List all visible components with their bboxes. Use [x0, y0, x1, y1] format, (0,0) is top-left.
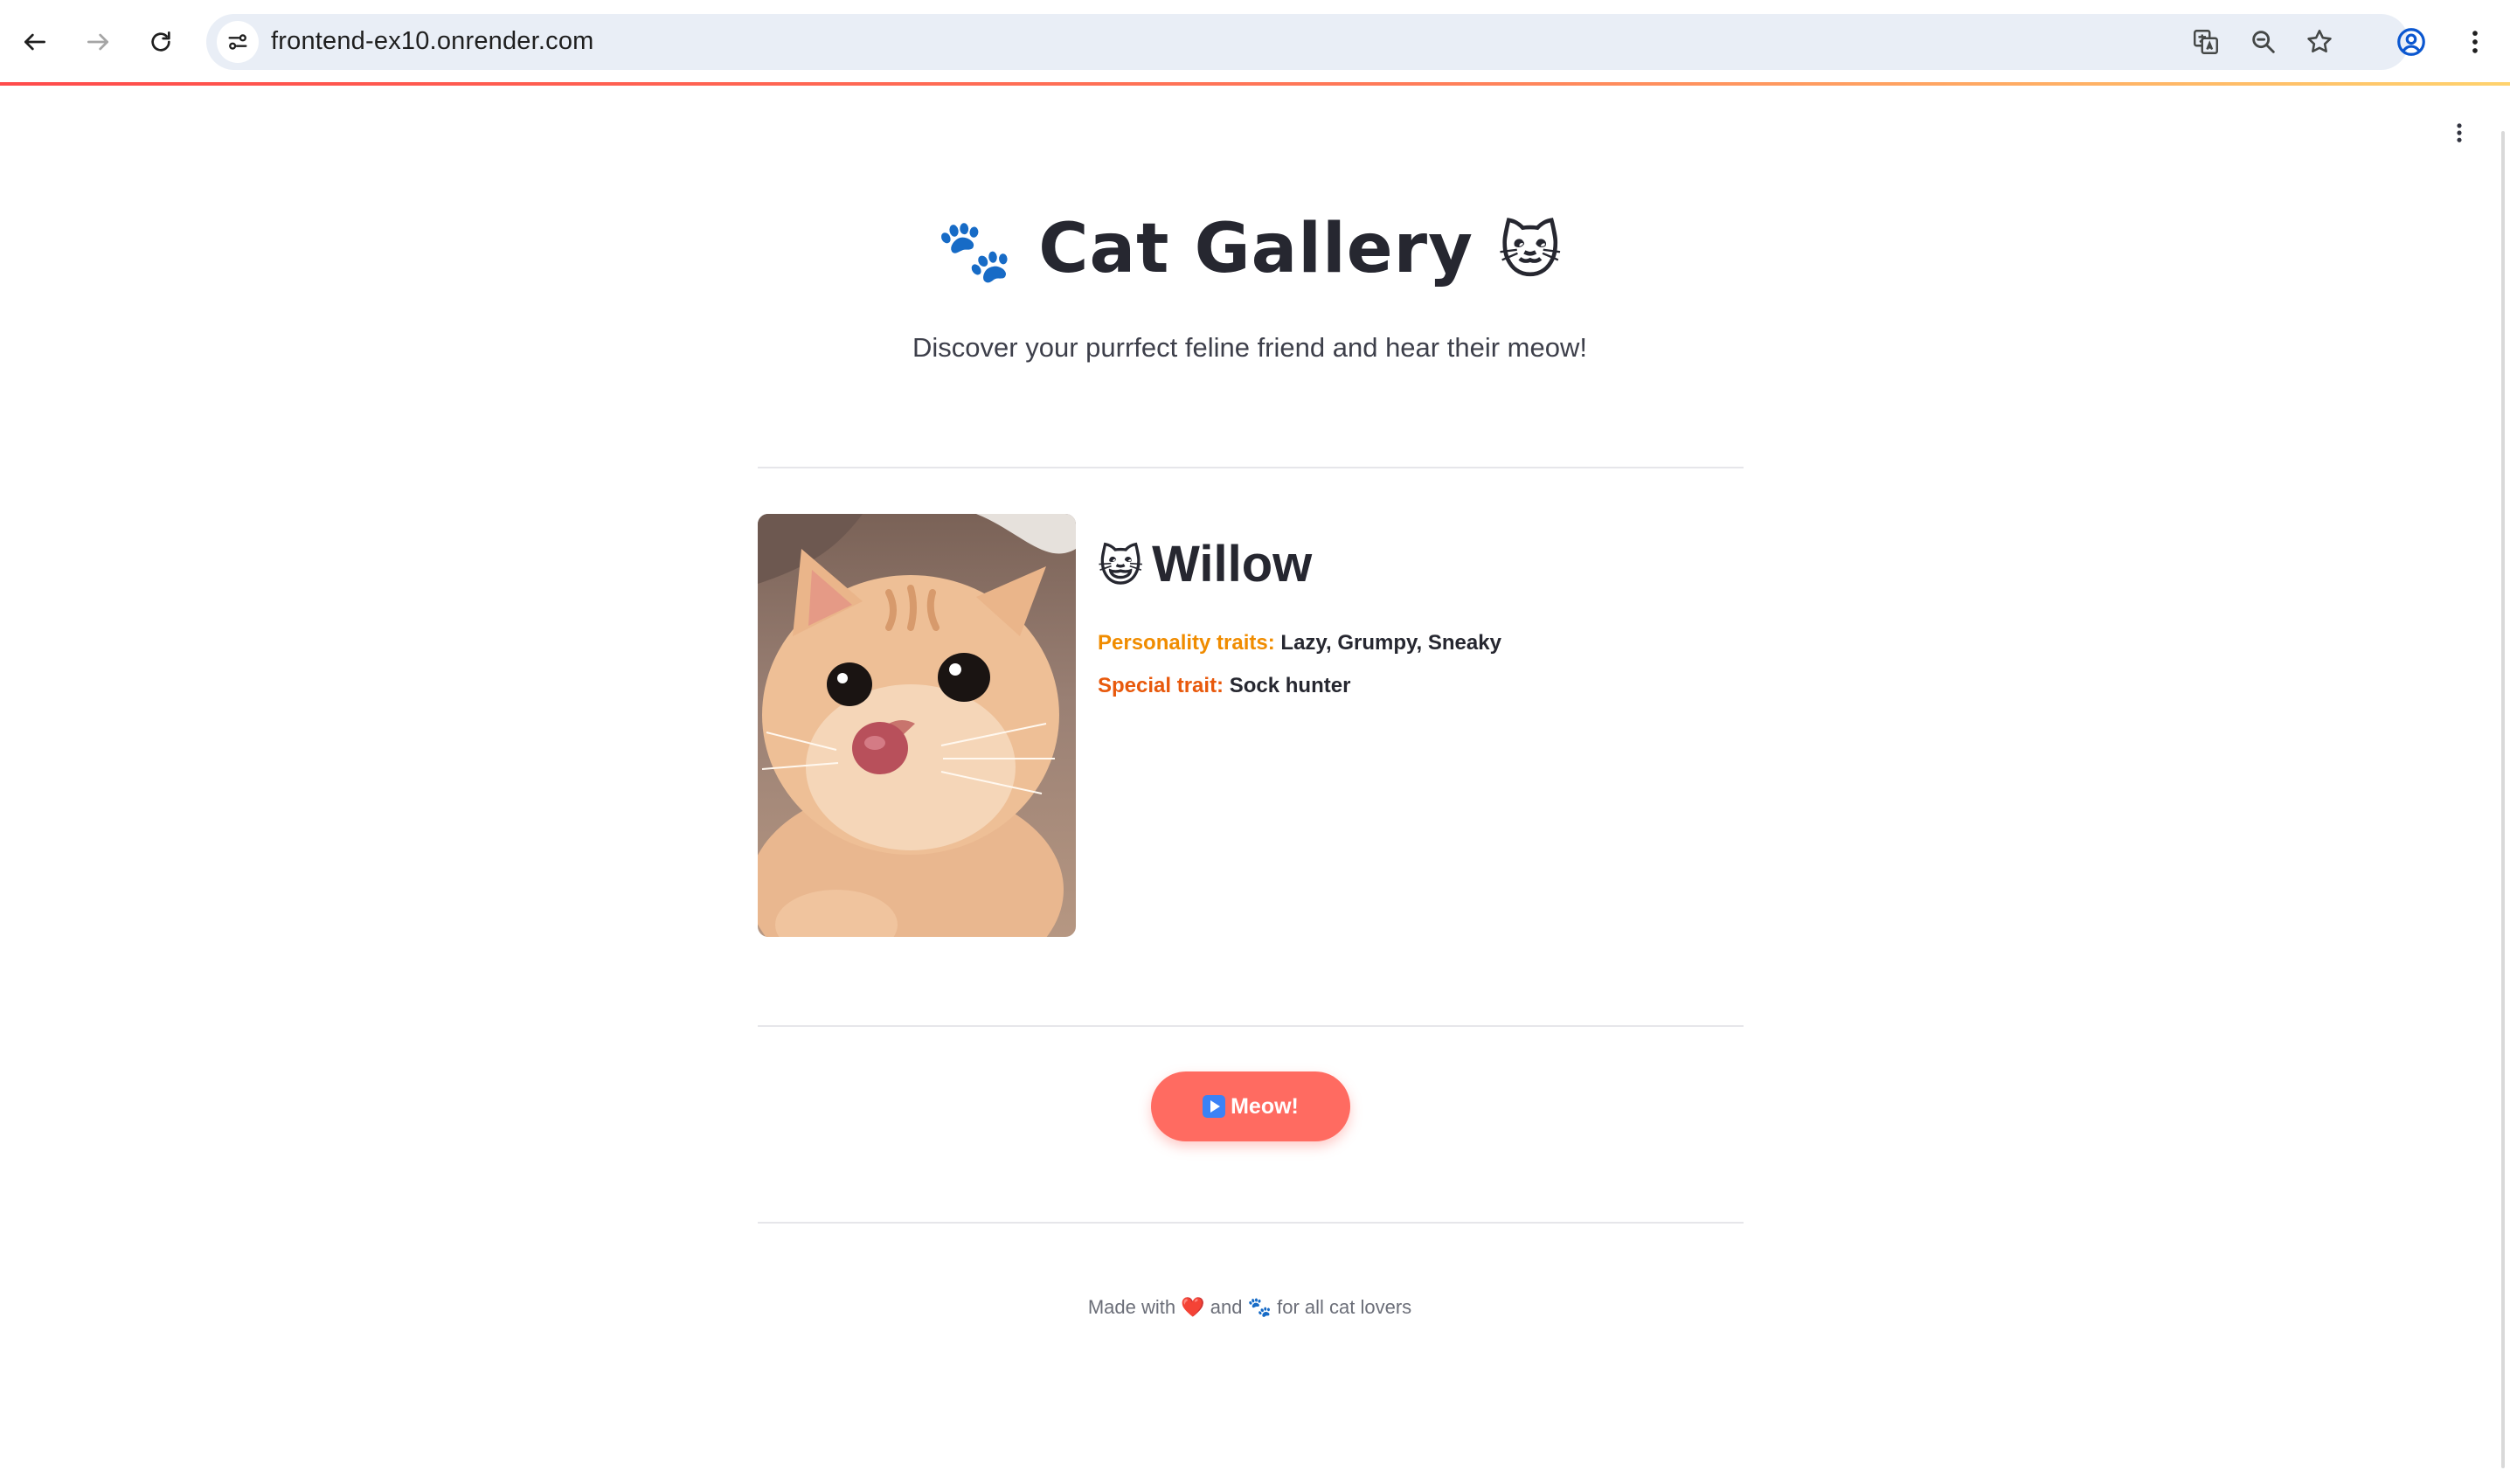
paw-prints-icon: 🐾: [936, 215, 1015, 287]
back-arrow-icon: [24, 33, 45, 51]
translate-button[interactable]: [2185, 21, 2227, 63]
paw-prints-icon: 🐾: [1247, 1296, 1272, 1318]
meow-button[interactable]: Meow!: [1151, 1071, 1350, 1141]
play-icon: [1203, 1095, 1226, 1118]
footer-prefix: Made with: [1087, 1296, 1176, 1318]
divider: [758, 1222, 1744, 1224]
reload-icon: [151, 31, 170, 52]
special-trait: Special trait: Sock hunter: [1098, 674, 1350, 698]
page-title-text: Cat Gallery: [1038, 210, 1473, 288]
profile-button[interactable]: [2389, 19, 2434, 65]
translate-icon: [2194, 30, 2218, 54]
cat-photo-illustration: [758, 514, 1076, 937]
back-button[interactable]: [12, 19, 58, 65]
bookmark-star-icon: [2307, 29, 2332, 53]
scrollbar[interactable]: [2501, 131, 2505, 1468]
cat-photo: [758, 514, 1076, 937]
divider: [758, 467, 1744, 468]
cat-name: Willow: [1152, 536, 1313, 593]
special-trait-value: Sock hunter: [1229, 674, 1351, 697]
special-trait-label: Special trait:: [1098, 674, 1224, 697]
cat-face-icon: 🐱: [1498, 215, 1564, 287]
zoom-button[interactable]: [2243, 21, 2285, 63]
heart-icon: ❤️: [1181, 1296, 1205, 1318]
personality-traits-value: Lazy, Grumpy, Sneaky: [1280, 631, 1501, 655]
meow-button-label: Meow!: [1231, 1093, 1299, 1119]
url-text[interactable]: frontend-ex10.onrender.com: [271, 27, 594, 56]
footer-middle: and: [1210, 1296, 1243, 1318]
footer-suffix: for all cat lovers: [1277, 1296, 1412, 1318]
forward-button[interactable]: [75, 19, 121, 65]
personality-traits-label: Personality traits:: [1098, 631, 1275, 655]
footer: Made with ❤️ and 🐾 for all cat lovers: [0, 1296, 2500, 1319]
app-menu-button[interactable]: [2445, 119, 2473, 147]
browser-menu-button[interactable]: [2452, 19, 2498, 65]
profile-icon: [2397, 28, 2425, 56]
kebab-menu-icon: [2457, 123, 2462, 142]
address-bar[interactable]: frontend-ex10.onrender.com: [206, 14, 2409, 70]
personality-traits: Personality traits: Lazy, Grumpy, Sneaky: [1098, 631, 1501, 655]
cat-name-heading: 😺 Willow: [1098, 535, 1312, 593]
page-subtitle: Discover your purrfect feline friend and…: [912, 332, 1587, 363]
page-title: 🐾 Cat Gallery 🐱: [0, 210, 2500, 288]
forward-arrow-icon: [87, 33, 108, 51]
kebab-menu-icon: [2472, 31, 2478, 53]
bookmark-button[interactable]: [2299, 21, 2340, 63]
reload-button[interactable]: [138, 19, 184, 65]
site-info-button[interactable]: [217, 21, 259, 63]
page-load-progress-bar: [0, 82, 2510, 86]
zoom-icon: [2252, 31, 2275, 53]
browser-toolbar: frontend-ex10.onrender.com: [0, 0, 2510, 84]
divider: [758, 1025, 1744, 1027]
site-settings-icon: [228, 34, 247, 50]
grinning-cat-icon: 😺: [1098, 542, 1144, 591]
